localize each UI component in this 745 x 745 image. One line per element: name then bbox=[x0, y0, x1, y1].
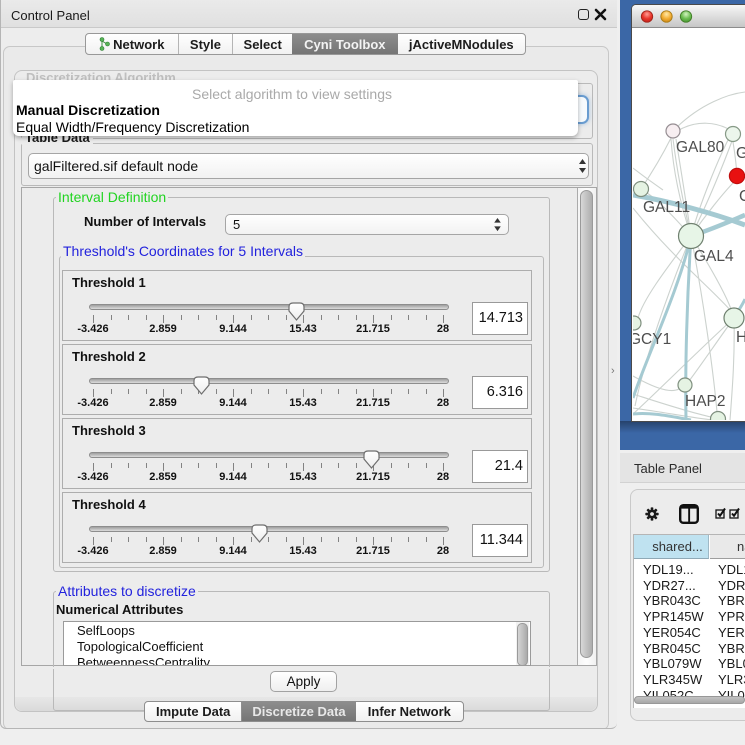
svg-text:GA: GA bbox=[736, 145, 745, 162]
svg-text:C: C bbox=[739, 188, 745, 205]
svg-text:GAL4: GAL4 bbox=[694, 248, 734, 265]
svg-text:H: H bbox=[736, 329, 745, 346]
svg-text:HAP2: HAP2 bbox=[685, 393, 726, 410]
svg-text:GAL80: GAL80 bbox=[676, 139, 725, 156]
svg-text:GAL11: GAL11 bbox=[643, 199, 690, 216]
svg-text:GCY1: GCY1 bbox=[633, 331, 671, 348]
